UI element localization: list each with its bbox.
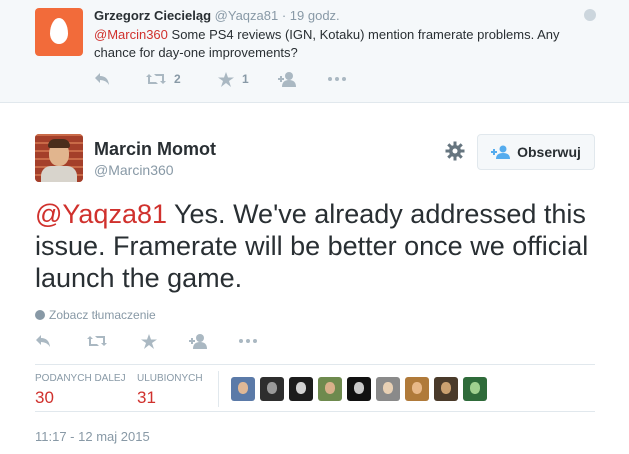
follow-button[interactable]: Obserwuj	[477, 134, 595, 170]
reply-icon	[95, 73, 109, 85]
favoriter-avatar[interactable]	[231, 377, 255, 401]
favoriter-avatar[interactable]	[405, 377, 429, 401]
favoriter-avatar[interactable]	[434, 377, 458, 401]
favorite-icon	[141, 333, 157, 349]
parent-author-name[interactable]: Grzegorz Ciecieląg	[94, 8, 211, 23]
parent-author-handle[interactable]: @Yaqza81	[215, 8, 279, 23]
retweets-count: 30	[35, 388, 54, 407]
favorites-stat[interactable]: ULUBIONYCH 31	[137, 373, 203, 408]
retweet-button[interactable]: 2	[146, 72, 218, 86]
favoriter-avatar[interactable]	[260, 377, 284, 401]
reply-button[interactable]	[35, 334, 87, 348]
favoriter-avatar[interactable]	[289, 377, 313, 401]
tweet-text: @Yaqza81 Yes. We've already addressed th…	[35, 198, 615, 294]
parent-tweet-text: @Marcin360 Some PS4 reviews (IGN, Kotaku…	[94, 26, 594, 62]
follow-icon	[189, 333, 207, 349]
favoriter-avatar[interactable]	[347, 377, 371, 401]
retweets-stat[interactable]: PODANYCH DALEJ 30	[35, 373, 126, 408]
follow-icon	[278, 71, 296, 87]
favorite-count: 1	[242, 72, 249, 86]
reply-icon	[36, 335, 50, 347]
favorite-button[interactable]: 1	[218, 71, 278, 87]
retweet-count: 2	[174, 72, 181, 86]
favorites-count: 31	[137, 388, 156, 407]
parent-mention-link[interactable]: @Marcin360	[94, 27, 168, 42]
more-icon	[328, 77, 346, 81]
favorites-label: ULUBIONYCH	[137, 373, 203, 384]
parent-header: Grzegorz Ciecieląg @Yaqza81 · 19 godz.	[94, 8, 340, 23]
stats-divider	[218, 371, 219, 407]
parent-actions: 2 1	[94, 70, 346, 88]
retweet-button[interactable]	[87, 334, 141, 348]
follow-button-label: Obserwuj	[517, 144, 581, 160]
parent-time[interactable]: · 19 godz.	[282, 8, 340, 23]
author-avatar[interactable]	[35, 134, 83, 182]
favoriter-avatar[interactable]	[463, 377, 487, 401]
follow-action-button[interactable]	[189, 333, 239, 349]
author-name[interactable]: Marcin Momot	[94, 139, 216, 160]
retweet-icon	[87, 336, 107, 346]
translate-link[interactable]: Zobacz tłumaczenie	[35, 308, 156, 322]
favoriter-avatar[interactable]	[376, 377, 400, 401]
globe-icon	[584, 9, 596, 21]
more-button[interactable]	[239, 339, 257, 343]
tweet-stats: PODANYCH DALEJ 30 ULUBIONYCH 31	[35, 364, 595, 412]
mention-link[interactable]: @Yaqza81	[35, 199, 167, 229]
favoriters-avatars	[231, 377, 492, 401]
reply-button[interactable]	[94, 72, 146, 86]
globe-icon	[35, 310, 45, 320]
follow-action-button[interactable]	[278, 71, 328, 87]
more-icon	[239, 339, 257, 343]
favorite-button[interactable]	[141, 333, 189, 349]
gear-icon[interactable]	[445, 141, 465, 161]
egg-icon	[50, 18, 68, 44]
author-handle[interactable]: @Marcin360	[94, 162, 174, 178]
retweets-label: PODANYCH DALEJ	[35, 373, 126, 384]
parent-tweet[interactable]: Grzegorz Ciecieląg @Yaqza81 · 19 godz. @…	[0, 0, 629, 103]
follow-icon	[491, 145, 511, 159]
more-button[interactable]	[328, 77, 346, 81]
translate-label: Zobacz tłumaczenie	[49, 308, 156, 322]
parent-avatar[interactable]	[35, 8, 83, 56]
favoriter-avatar[interactable]	[318, 377, 342, 401]
favorite-icon	[218, 71, 234, 87]
tweet-actions	[35, 332, 257, 350]
tweet-timestamp[interactable]: 11:17 - 12 maj 2015	[35, 429, 150, 444]
retweet-icon	[146, 74, 166, 84]
